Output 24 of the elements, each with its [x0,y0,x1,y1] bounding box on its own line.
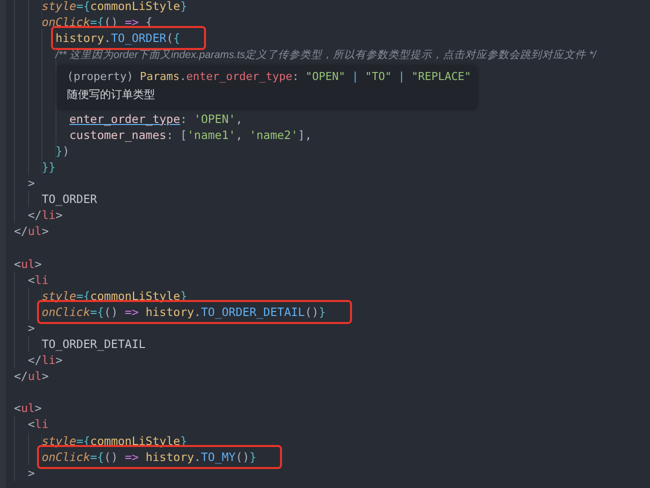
code-line: </ul> [14,368,49,384]
tooltip-description: 随便写的订单类型 [67,87,156,103]
code-line: }} [42,158,56,176]
code-line: TO_ORDER [42,191,98,208]
code-line: </li> [28,352,62,368]
code-line: style={commonLiStyle} [42,0,188,14]
code-line: onClick={() => history.TO_ORDER_DETAIL()} [42,304,326,320]
code-line: onClick={() => history.TO_MY()} [42,448,256,465]
code-line: enter_order_type: 'OPEN', [69,110,242,127]
code-line: /** 这里因为order下面又index.params.ts定义了传参类型，所以有参数类型提示，点击对应参数会跳到对应文件 */ [56,48,596,63]
code-line: > [28,464,35,481]
code-line: <ul> [14,400,42,416]
code-line: history.TO_ORDER({ [56,30,180,46]
code-line: <li [28,272,49,288]
code-line: <li [28,416,49,433]
code-line: }) [56,142,70,159]
code-line: </li> [28,207,62,224]
code-line: TO_ORDER_DETAIL [42,336,146,352]
code-line: </ul> [14,223,49,240]
code-line: <ul> [14,256,42,272]
code-line: customer_names: ['name1', 'name2'], [69,126,312,143]
code-line: > [28,175,35,192]
code-line: > [28,320,35,336]
type-signature: (property) Params.enter_order_type: "OPEN" | "TO" | "REPLACE" [67,69,467,85]
